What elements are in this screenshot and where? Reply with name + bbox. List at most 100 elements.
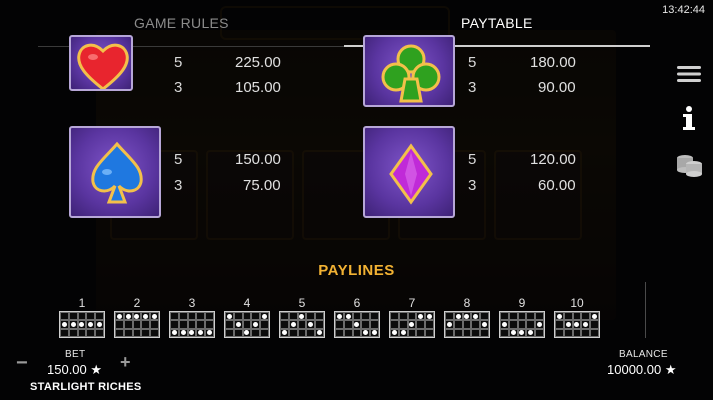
payline-cell [123,312,133,321]
payline-dot [308,321,314,327]
decrease-bet-button[interactable]: − [16,352,28,375]
coin-stack-icon[interactable] [675,150,703,178]
payline-cell [453,328,463,337]
bet-value: 150.00 ★ [47,362,103,377]
payline-cell [260,320,269,329]
payline-cell [132,328,142,337]
increase-bet-button[interactable]: + [120,352,131,373]
payline-dot [592,313,598,319]
payline-cell [343,320,353,329]
payline-cell [390,328,399,337]
payline-cell [306,328,316,337]
payline-cell [370,320,379,329]
payline-cell [178,312,188,321]
pay-count: 5 [174,54,183,71]
hamburger-menu-icon[interactable] [675,60,703,88]
payline-cell [352,312,362,321]
payline-cell [150,320,159,329]
diamond-symbol-tile [363,126,455,218]
payline-cell [526,312,536,321]
payline-number: 7 [408,296,416,310]
tab-game-rules[interactable]: GAME RULES [134,15,229,31]
payline-dot [501,321,507,327]
payline-dot [372,330,378,336]
payline-cell [335,320,344,329]
payline-dot [152,313,158,319]
payline-dot [519,330,525,336]
balance-value: 10000.00 ★ [607,362,677,377]
payline-cell [77,328,87,337]
payline-cell [196,320,206,329]
payline-cell [95,312,104,321]
payline-dot [427,313,433,319]
payline-cell [251,320,261,329]
payline-number: 10 [570,296,584,310]
payline-cell [68,312,78,321]
payline-grid [499,311,545,338]
info-icon[interactable] [675,104,703,132]
payline-cell [517,328,527,337]
diamond-icon [389,143,433,205]
payline-cell [150,312,159,321]
payline-cell [361,320,371,329]
payline-dot [482,321,488,327]
pay-count: 3 [468,79,477,96]
payline-cell [115,312,124,321]
payline-cell [581,320,591,329]
payline-cell [500,320,509,329]
payline-cell [260,312,269,321]
spade-symbol-tile [69,126,161,218]
payline-dot [336,313,342,319]
paylines-title: PAYLINES [318,262,395,279]
payline-dot [354,321,360,327]
payline-cell [242,312,252,321]
payline-dot [235,321,241,327]
payline-cell [480,320,489,329]
payline-grid [224,311,270,338]
payline-cell [517,312,527,321]
payline-cell [462,312,472,321]
payline-cell [280,312,289,321]
payline-cell [526,328,536,337]
balance-label: BALANCE [619,349,668,360]
payline-dot [253,321,259,327]
payline-cell [398,312,408,321]
payline-grid [389,311,435,338]
payline-cell [233,328,243,337]
pay-count: 5 [468,151,477,168]
payline-number: 8 [463,296,471,310]
payline-cell [471,320,481,329]
payline-dot [528,330,534,336]
payline-cell [86,312,96,321]
payline-dot [290,321,296,327]
pay-count: 5 [174,151,183,168]
payline-dot [97,321,103,327]
payline-dot [556,313,562,319]
payline-number: 1 [78,296,86,310]
pay-count: 3 [174,177,183,194]
payline-cell [123,320,133,329]
payline-cell [242,328,252,337]
payline-cell [115,328,124,337]
payline-cell [77,312,87,321]
payline-cell [251,312,261,321]
payline-cell [535,320,544,329]
payline-cell [86,320,96,329]
tab-paytable[interactable]: PAYTABLE [461,15,533,31]
payline-cell [170,312,179,321]
payline-cell [343,328,353,337]
payline-dot [226,313,232,319]
payline-cell [508,328,518,337]
payline-cell [280,328,289,337]
payline-cell [407,328,417,337]
payline-cell [590,320,599,329]
payline-number: 4 [243,296,251,310]
club-icon [381,44,441,103]
payline-cell [288,312,298,321]
payline-cell [77,320,87,329]
payline-grid [334,311,380,338]
payline-dot [409,321,415,327]
payline-cell [471,312,481,321]
payline-cell [453,312,463,321]
payline-grid [114,311,160,338]
